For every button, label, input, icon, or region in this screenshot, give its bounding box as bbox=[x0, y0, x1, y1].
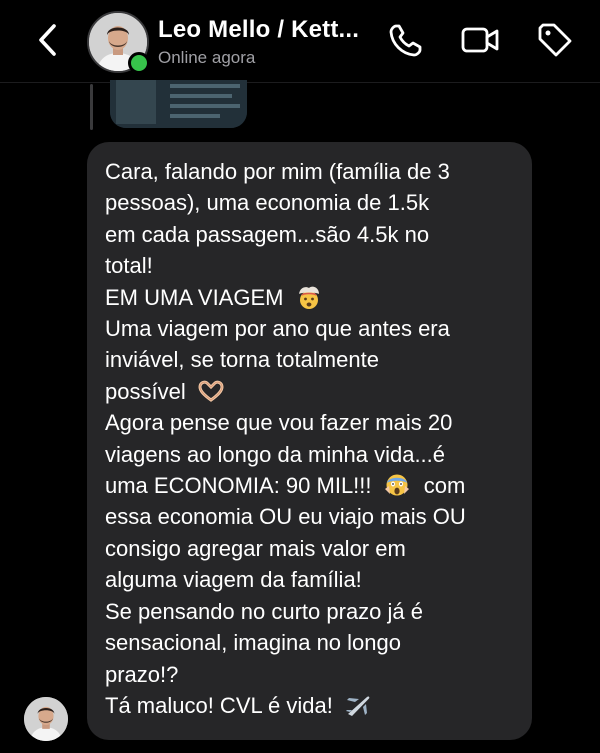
message-line: viagens ao longo da minha vida...é bbox=[105, 441, 446, 467]
message-line: total! bbox=[105, 253, 153, 279]
message-line: Se pensando no curto prazo já é bbox=[105, 598, 424, 624]
phone-icon[interactable] bbox=[386, 20, 426, 60]
message-line-with-emoji: EM UMA VIAGEM bbox=[105, 282, 514, 313]
video-camera-icon[interactable] bbox=[460, 20, 500, 60]
contact-name[interactable]: Leo Mello / Kett... bbox=[158, 16, 359, 44]
sender-avatar[interactable] bbox=[24, 697, 68, 741]
message-line: alguma viagem da família! bbox=[105, 567, 362, 593]
previous-image-message[interactable] bbox=[110, 80, 247, 128]
message-text: Tá maluco! CVL é vida! bbox=[105, 692, 333, 718]
message-text: EM UMA VIAGEM bbox=[105, 284, 284, 310]
message-line: Uma viagem por ano que antes era bbox=[105, 316, 450, 342]
screaming-face-emoji-icon bbox=[384, 474, 409, 496]
chevron-left-icon[interactable] bbox=[30, 20, 66, 60]
message-text: com bbox=[423, 473, 466, 499]
message-line: sensacional, imagina no longo bbox=[105, 630, 401, 656]
tag-icon[interactable] bbox=[535, 20, 575, 60]
message-line: em cada passagem...são 4.5k no bbox=[105, 221, 430, 247]
chat-header: Leo Mello / Kett... Online agora bbox=[0, 0, 600, 83]
message-line: pessoas), uma economia de 1.5k bbox=[105, 190, 430, 216]
message-line-with-emoji: Tá maluco! CVL é vida! bbox=[105, 690, 514, 721]
message-line: prazo!? bbox=[105, 661, 179, 687]
message-text: uma ECONOMIA: 90 MIL!!! bbox=[105, 473, 372, 499]
heart-hands-emoji-icon bbox=[198, 380, 224, 402]
exploding-head-emoji-icon bbox=[298, 286, 319, 309]
message-line-with-emoji: possível bbox=[105, 376, 514, 407]
message-line-with-emoji: uma ECONOMIA: 90 MIL!!! com bbox=[105, 470, 514, 501]
message-line: Agora pense que vou fazer mais 20 bbox=[105, 410, 453, 436]
online-status-text: Online agora bbox=[158, 48, 256, 67]
message-line: inviável, se torna totalmente bbox=[105, 347, 379, 373]
airplane-emoji-icon bbox=[345, 696, 370, 716]
message-line: essa economia OU eu viajo mais OU bbox=[105, 504, 466, 530]
message-line: Cara, falando por mim (família de 3 bbox=[105, 159, 450, 184]
online-status-dot bbox=[128, 52, 150, 74]
message-line: consigo agregar mais valor em bbox=[105, 535, 406, 561]
message-bubble[interactable]: Cara, falando por mim (família de 3 pess… bbox=[87, 142, 532, 740]
thread-line bbox=[90, 84, 93, 130]
message-text: possível bbox=[105, 378, 186, 404]
